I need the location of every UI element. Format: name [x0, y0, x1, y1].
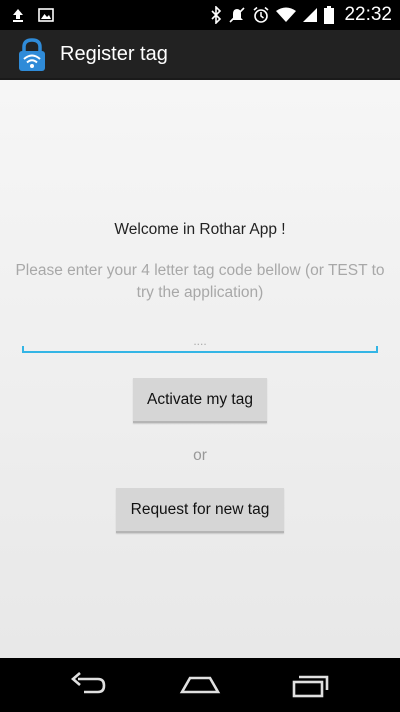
home-icon[interactable]	[178, 670, 222, 700]
instruction-text: Please enter your 4 letter tag code bell…	[15, 262, 385, 301]
activate-tag-button[interactable]: Activate my tag	[133, 378, 267, 423]
status-time: 22:32	[344, 4, 392, 25]
status-bar: 22:32	[0, 0, 400, 30]
input-underline-left-tick	[22, 346, 24, 352]
request-tag-button[interactable]: Request for new tag	[116, 488, 284, 533]
mute-icon	[229, 7, 246, 23]
image-icon	[38, 8, 54, 22]
alarm-icon	[253, 6, 269, 23]
register-content: Welcome in Rothar App ! Please enter you…	[0, 80, 400, 658]
or-separator: or	[193, 447, 207, 464]
back-icon[interactable]	[66, 670, 110, 700]
page-title: Register tag	[60, 43, 168, 65]
navigation-bar	[0, 658, 400, 712]
input-underline	[22, 351, 378, 353]
battery-icon	[324, 6, 335, 24]
signal-icon	[303, 8, 318, 22]
bluetooth-icon	[211, 6, 222, 24]
recents-icon[interactable]	[288, 670, 332, 700]
input-underline-right-tick	[376, 346, 378, 352]
lock-wifi-icon[interactable]	[16, 38, 48, 72]
welcome-text: Welcome in Rothar App !	[114, 221, 286, 238]
action-bar: Register tag	[0, 30, 400, 80]
wifi-icon	[276, 7, 297, 22]
upload-icon	[13, 9, 23, 22]
